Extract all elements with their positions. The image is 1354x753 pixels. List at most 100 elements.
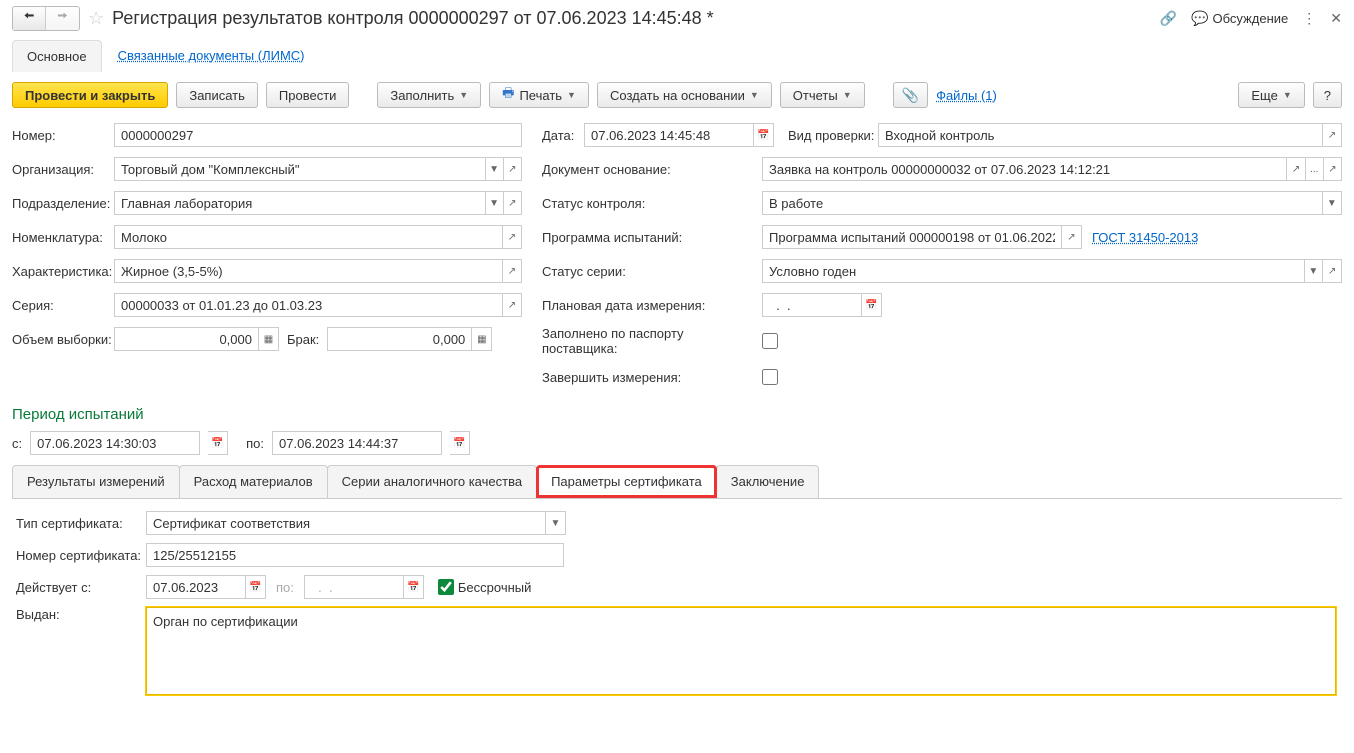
date-label: Дата:	[542, 128, 584, 143]
tab-linked-docs[interactable]: Связанные документы (ЛИМС)	[104, 40, 319, 72]
status-input[interactable]	[762, 191, 1323, 215]
close-icon[interactable]: ✕	[1330, 10, 1342, 27]
files-link[interactable]: Файлы (1)	[936, 88, 997, 103]
tab-main[interactable]: Основное	[12, 40, 102, 72]
date-input[interactable]	[584, 123, 754, 147]
calendar-icon[interactable]: 📅	[450, 431, 470, 455]
defect-label: Брак:	[287, 332, 319, 347]
cert-valid-to-input[interactable]	[304, 575, 404, 599]
unlimited-checkbox[interactable]	[438, 579, 454, 595]
number-label: Номер:	[12, 128, 114, 143]
open-icon[interactable]: ↗	[1323, 123, 1342, 147]
calendar-icon[interactable]: 📅	[208, 431, 228, 455]
dept-input[interactable]	[114, 191, 486, 215]
tab-cert-params[interactable]: Параметры сертификата	[536, 465, 717, 498]
open-icon[interactable]: ↗	[1062, 225, 1082, 249]
cert-type-label: Тип сертификата:	[16, 516, 146, 531]
more-button[interactable]: Еще▼	[1238, 82, 1304, 108]
print-button[interactable]: 🖶Печать▼	[489, 82, 589, 108]
calendar-icon[interactable]: 📅	[404, 575, 424, 599]
forward-button[interactable]: 🠪	[46, 7, 79, 30]
create-based-button[interactable]: Создать на основании▼	[597, 82, 772, 108]
tab-conclusion[interactable]: Заключение	[716, 465, 820, 498]
nomen-label: Номенклатура:	[12, 230, 114, 245]
favorite-icon[interactable]: ☆	[88, 8, 104, 29]
save-button[interactable]: Записать	[176, 82, 258, 108]
dropdown-icon[interactable]: ▼	[486, 157, 504, 181]
org-input[interactable]	[114, 157, 486, 181]
basedoc-input[interactable]	[762, 157, 1287, 181]
org-label: Организация:	[12, 162, 114, 177]
link-icon[interactable]: 🔗	[1160, 10, 1177, 27]
program-input[interactable]	[762, 225, 1062, 249]
finish-checkbox[interactable]	[762, 369, 778, 385]
open-icon[interactable]: ↗	[1324, 157, 1342, 181]
calc-icon[interactable]: ▦	[472, 327, 492, 351]
reports-button[interactable]: Отчеты▼	[780, 82, 865, 108]
open-icon[interactable]: ↗	[504, 191, 522, 215]
calendar-icon[interactable]: 📅	[862, 293, 882, 317]
program-label: Программа испытаний:	[542, 230, 762, 245]
open-icon[interactable]: ↗	[1323, 259, 1342, 283]
dropdown-icon[interactable]: ▼	[486, 191, 504, 215]
series-input[interactable]	[114, 293, 503, 317]
post-button[interactable]: Провести	[266, 82, 350, 108]
calc-icon[interactable]: ▦	[259, 327, 279, 351]
char-input[interactable]	[114, 259, 503, 283]
cert-num-label: Номер сертификата:	[16, 548, 146, 563]
period-from-input[interactable]	[30, 431, 200, 455]
checktype-label: Вид проверки:	[788, 128, 878, 143]
period-title: Период испытаний	[12, 406, 1342, 423]
tab-materials[interactable]: Расход материалов	[179, 465, 328, 498]
paperclip-icon: 📎	[902, 87, 919, 104]
dropdown-icon[interactable]: ▼	[546, 511, 566, 535]
plan-date-label: Плановая дата измерения:	[542, 298, 762, 313]
cert-to-label: по:	[276, 580, 294, 595]
basedoc-label: Документ основание:	[542, 162, 762, 177]
finish-label: Завершить измерения:	[542, 370, 762, 385]
cert-valid-from-input[interactable]	[146, 575, 246, 599]
cert-num-input[interactable]	[146, 543, 564, 567]
gost-link[interactable]: ГОСТ 31450-2013	[1092, 230, 1198, 245]
dropdown-icon[interactable]: ▼	[1323, 191, 1342, 215]
dropdown-icon[interactable]: ▼	[1305, 259, 1324, 283]
open-icon[interactable]: ↗	[503, 293, 522, 317]
back-button[interactable]: 🠨	[13, 7, 46, 30]
series-status-label: Статус серии:	[542, 264, 762, 279]
number-input[interactable]	[114, 123, 522, 147]
nav-buttons: 🠨 🠪	[12, 6, 80, 31]
attach-button[interactable]: 📎	[893, 82, 928, 108]
volume-label: Объем выборки:	[12, 332, 114, 347]
series-label: Серия:	[12, 298, 114, 313]
nomen-input[interactable]	[114, 225, 503, 249]
open-icon[interactable]: ↗	[503, 259, 522, 283]
tab-results[interactable]: Результаты измерений	[12, 465, 180, 498]
ellipsis-icon[interactable]: ...	[1306, 157, 1324, 181]
checktype-input[interactable]	[878, 123, 1323, 147]
tab-similar-series[interactable]: Серии аналогичного качества	[327, 465, 537, 498]
open-icon[interactable]: ↗	[1287, 157, 1305, 181]
plan-date-input[interactable]	[762, 293, 862, 317]
defect-input[interactable]	[327, 327, 472, 351]
calendar-icon[interactable]: 📅	[246, 575, 266, 599]
printer-icon: 🖶	[502, 84, 514, 106]
status-label: Статус контроля:	[542, 196, 762, 211]
fill-button[interactable]: Заполнить▼	[377, 82, 481, 108]
open-icon[interactable]: ↗	[504, 157, 522, 181]
open-icon[interactable]: ↗	[503, 225, 522, 249]
char-label: Характеристика:	[12, 264, 114, 279]
post-and-close-button[interactable]: Провести и закрыть	[12, 82, 168, 108]
passport-checkbox[interactable]	[762, 333, 778, 349]
passport-label: Заполнено по паспорту поставщика:	[542, 326, 762, 356]
kebab-icon[interactable]: ⋮	[1302, 10, 1316, 27]
calendar-icon[interactable]: 📅	[754, 123, 774, 147]
period-to-input[interactable]	[272, 431, 442, 455]
help-button[interactable]: ?	[1313, 82, 1342, 108]
volume-input[interactable]	[114, 327, 259, 351]
unlimited-label: Бессрочный	[458, 580, 532, 595]
cert-type-input[interactable]	[146, 511, 546, 535]
cert-valid-label: Действует с:	[16, 580, 146, 595]
discuss-icon[interactable]: 💬 Обсуждение	[1191, 10, 1288, 27]
issued-textarea[interactable]	[146, 607, 1336, 695]
series-status-input[interactable]	[762, 259, 1305, 283]
